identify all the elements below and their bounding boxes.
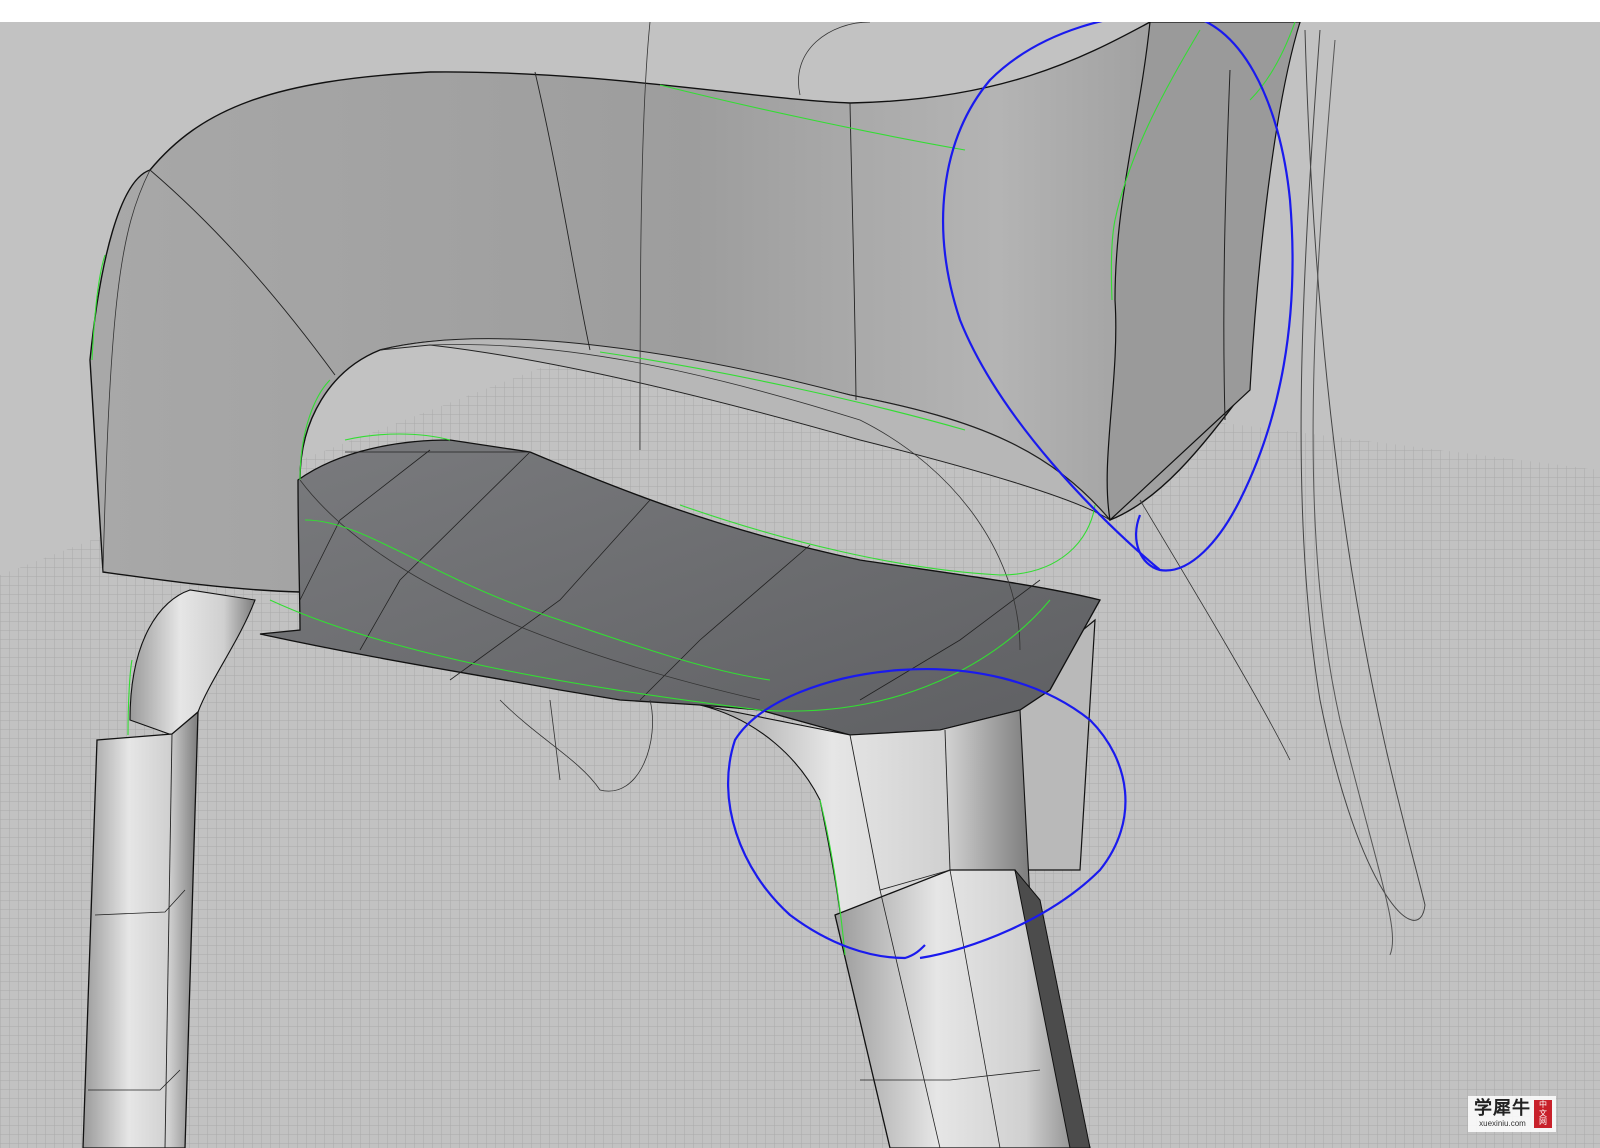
chair-model-scene[interactable] [0, 22, 1600, 1148]
watermark-badge: 中 文 网 [1534, 1100, 1552, 1128]
watermark-url: xuexiniu.com [1479, 1119, 1526, 1128]
front-left-leg [82, 710, 199, 1148]
watermark-text: 学犀牛 xuexiniu.com [1474, 1100, 1531, 1128]
watermark-cn-text: 学犀牛 [1474, 1098, 1531, 1119]
rhino-3d-viewport[interactable]: 学犀牛 xuexiniu.com 中 文 网 [0, 22, 1600, 1148]
watermark-badge-char: 网 [1539, 1117, 1547, 1127]
watermark-logo: 学犀牛 xuexiniu.com 中 文 网 [1468, 1096, 1556, 1132]
